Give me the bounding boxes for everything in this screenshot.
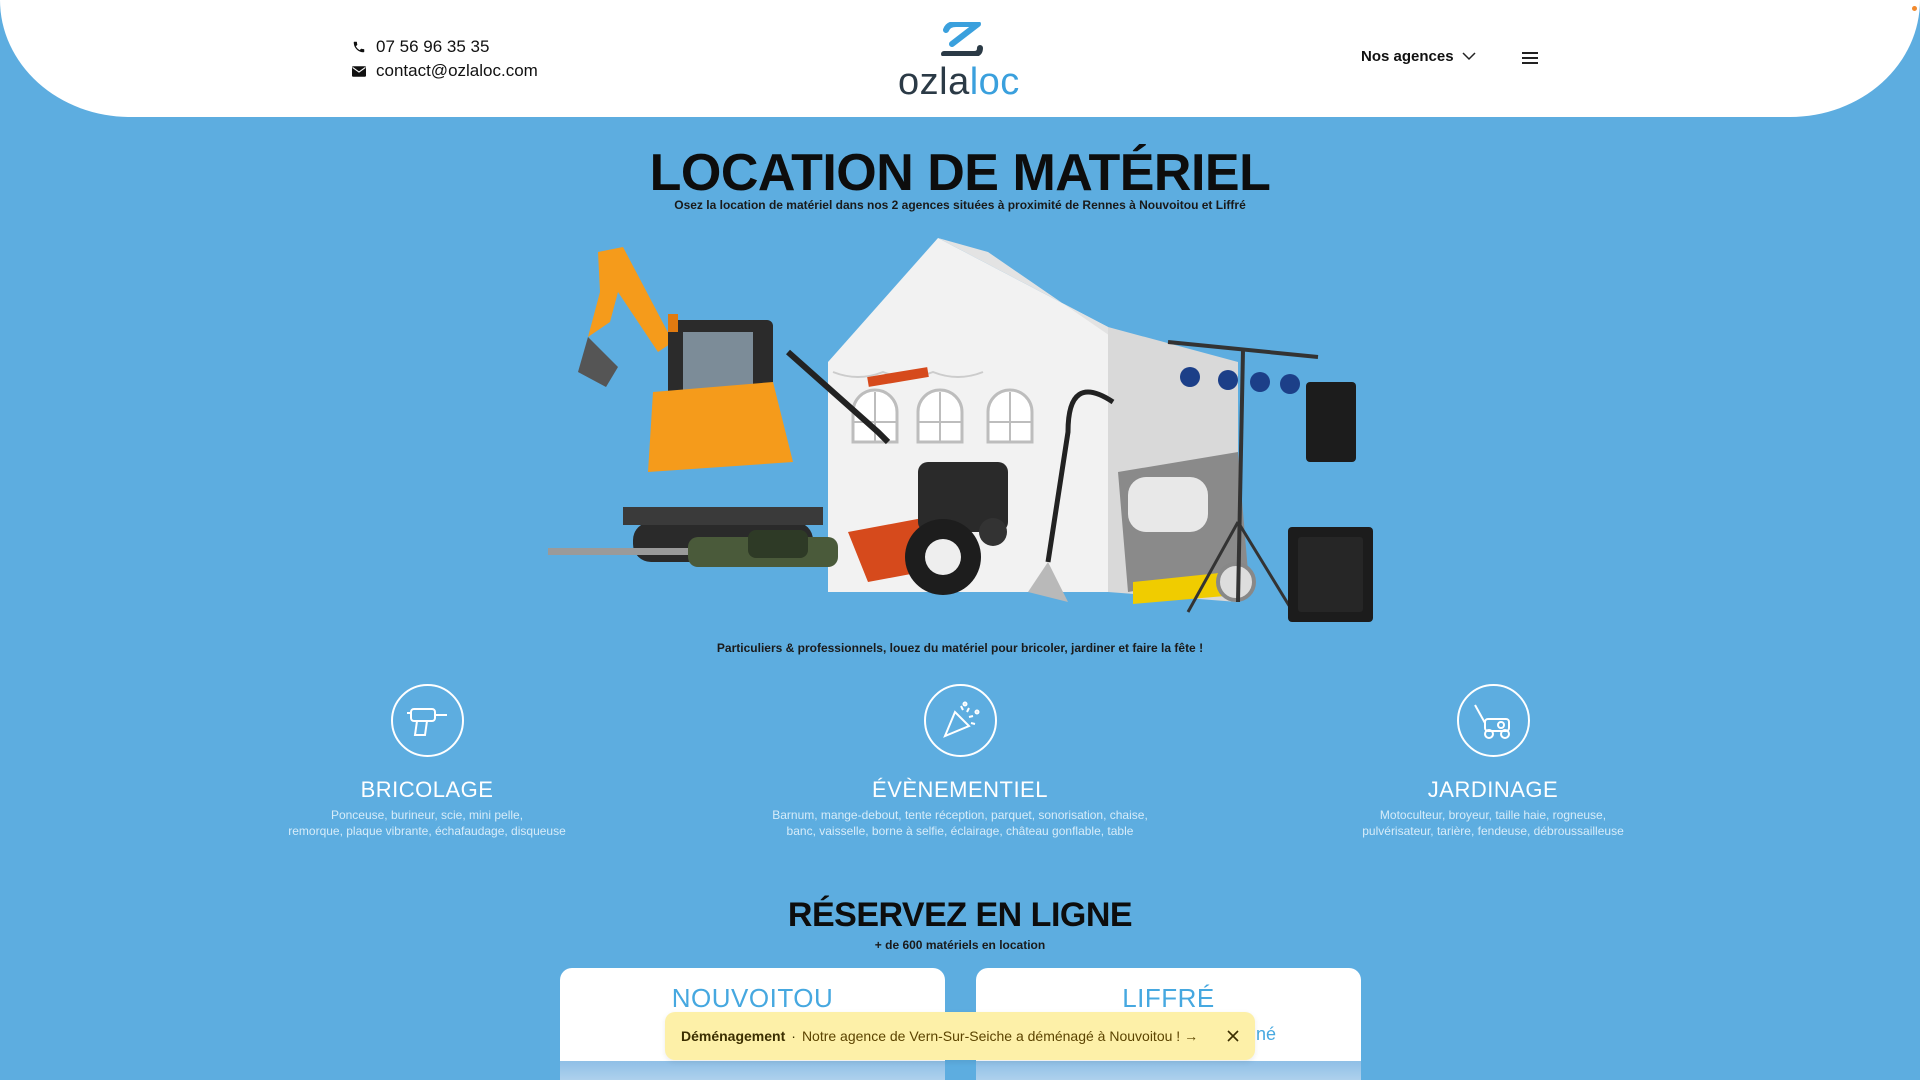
email-link[interactable]: contact@ozlaloc.com [352, 59, 538, 83]
site-logo[interactable]: ozlaloc [898, 20, 1022, 103]
category-jardinage[interactable]: JARDINAGE Motoculteur, broyeur, taille h… [1273, 684, 1713, 839]
agency-photo [560, 1061, 945, 1080]
phone-link[interactable]: 07 56 96 35 35 [352, 35, 538, 59]
notification-dot [1912, 6, 1917, 11]
toast-label: Déménagement [681, 1028, 786, 1044]
phone-number: 07 56 96 35 35 [376, 37, 490, 56]
category-name: JARDINAGE [1427, 777, 1559, 802]
logo-mark-icon [941, 22, 983, 56]
toast-separator: · [791, 1028, 796, 1044]
category-name: BRICOLAGE [360, 777, 494, 802]
booking-subtitle: + de 600 matériels en location [874, 938, 1046, 952]
hamburger-menu-icon[interactable] [1522, 52, 1538, 64]
close-icon[interactable] [1227, 1030, 1239, 1042]
announcement-toast: Déménagement · Notre agence de Vern-Sur-… [665, 1012, 1255, 1060]
agency-photo [976, 1061, 1361, 1080]
site-header: 07 56 96 35 35 contact@ozlaloc.com ozlal… [0, 0, 1920, 117]
agences-label: Nos agences [1361, 48, 1454, 65]
page-title: LOCATION DE MATÉRIEL [649, 144, 1271, 202]
logo-text: ozlaloc [898, 61, 1020, 103]
agences-dropdown[interactable]: Nos agences [1361, 48, 1476, 65]
category-description: Barnum, mange-debout, tente réception, p… [772, 808, 1148, 838]
agency-partial-text: né [1256, 1024, 1277, 1044]
category-description: Motoculteur, broyeur, taille haie, rogne… [1362, 808, 1624, 838]
chevron-down-icon [1462, 52, 1476, 61]
party-icon[interactable] [923, 684, 997, 757]
phone-icon [352, 40, 376, 54]
category-bricolage[interactable]: BRICOLAGE Ponceuse, burineur, scie, mini… [207, 684, 647, 839]
email-address: contact@ozlaloc.com [376, 61, 538, 80]
agency-name: LIFFRÉ [1122, 983, 1215, 1013]
mini-excavator-illustration [578, 247, 823, 562]
booking-title: RÉSERVEZ EN LIGNE [787, 896, 1133, 934]
envelope-icon [352, 65, 376, 77]
hero-tagline: Particuliers & professionnels, louez du … [716, 641, 1204, 655]
equipment-hero-image [548, 238, 1373, 622]
page-subtitle: Osez la location de matériel dans nos 2 … [674, 198, 1246, 212]
toast-message-link[interactable]: Notre agence de Vern-Sur-Seiche a déména… [802, 1028, 1198, 1044]
contact-info: 07 56 96 35 35 contact@ozlaloc.com [352, 35, 538, 83]
category-description: Ponceuse, burineur, scie, mini pelle, re… [288, 808, 566, 838]
lawn-mower-icon[interactable] [1456, 684, 1530, 757]
category-evenementiel[interactable]: ÉVÈNEMENTIEL Barnum, mange-debout, tente… [740, 684, 1180, 839]
drill-icon[interactable] [390, 684, 464, 757]
agency-name: NOUVOITOU [671, 983, 834, 1013]
category-name: ÉVÈNEMENTIEL [872, 777, 1048, 802]
